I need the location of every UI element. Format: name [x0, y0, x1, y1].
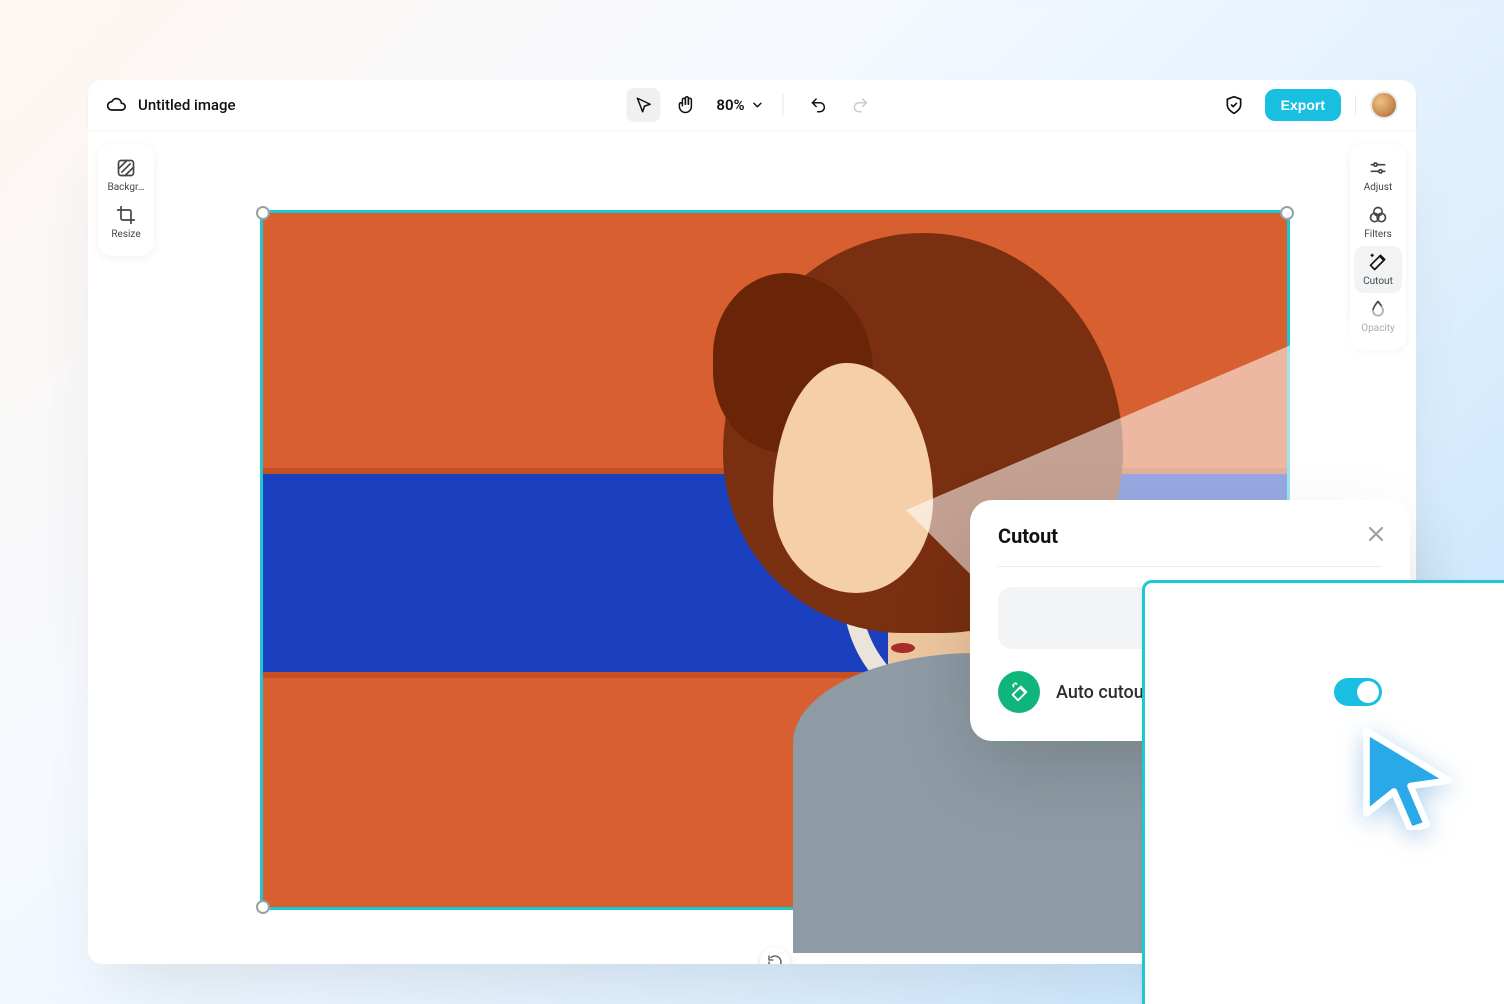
- background-icon: [116, 158, 136, 178]
- right-adjust-tool[interactable]: Adjust: [1350, 152, 1406, 199]
- close-icon: [1364, 522, 1388, 546]
- toolbar-center: 80%: [626, 88, 877, 122]
- toggle-knob: [1357, 681, 1379, 703]
- cutout-panel: Cutout Auto cutout: [970, 500, 1410, 741]
- right-rail: Adjust Filters Cutout Opacity: [1350, 144, 1406, 350]
- shield-check-icon: [1224, 95, 1244, 115]
- avatar[interactable]: [1370, 91, 1398, 119]
- left-resize-tool[interactable]: Resize: [98, 199, 154, 246]
- magic-wand-icon: [1008, 681, 1030, 703]
- toolbar-divider: [783, 94, 784, 116]
- zoom-control[interactable]: 80%: [716, 96, 764, 114]
- shield-button[interactable]: [1217, 88, 1251, 122]
- auto-cutout-toggle[interactable]: [1334, 678, 1382, 706]
- export-button[interactable]: Export: [1265, 89, 1341, 121]
- rotate-icon: [767, 954, 783, 964]
- toolbar-right: Export: [1217, 88, 1398, 122]
- cloud-icon: [106, 95, 126, 115]
- magic-wand-icon: [1368, 252, 1388, 272]
- right-opacity-label: Opacity: [1361, 323, 1395, 334]
- right-adjust-label: Adjust: [1364, 182, 1393, 193]
- auto-cutout-label: Auto cutout: [1056, 682, 1150, 703]
- undo-icon: [810, 96, 828, 114]
- right-cutout-tool[interactable]: Cutout: [1354, 246, 1402, 293]
- selection-handle-top-right[interactable]: [1280, 206, 1294, 220]
- left-background-label: Backgr…: [108, 182, 145, 193]
- selection-handle-bottom-left[interactable]: [256, 900, 270, 914]
- filters-icon: [1368, 205, 1388, 225]
- left-resize-label: Resize: [111, 229, 140, 240]
- right-filters-label: Filters: [1364, 229, 1392, 240]
- select-tool[interactable]: [626, 88, 660, 122]
- zoom-level: 80%: [716, 96, 744, 114]
- cutout-mode-segmented: [998, 587, 1382, 649]
- top-bar: Untitled image 80% Export: [88, 80, 1416, 130]
- redo-icon: [852, 96, 870, 114]
- droplet-icon: [1368, 299, 1388, 319]
- redo-button[interactable]: [844, 88, 878, 122]
- hand-tool[interactable]: [668, 88, 702, 122]
- undo-button[interactable]: [802, 88, 836, 122]
- demo-cursor-icon: [1350, 720, 1460, 830]
- document-title[interactable]: Untitled image: [138, 96, 236, 114]
- rotate-handle[interactable]: [760, 947, 790, 964]
- cursor-icon: [634, 96, 652, 114]
- cutout-panel-title: Cutout: [998, 524, 1382, 548]
- left-background-tool[interactable]: Backgr…: [98, 152, 154, 199]
- selection-handle-top-left[interactable]: [256, 206, 270, 220]
- hand-icon: [676, 96, 694, 114]
- auto-cutout-badge: [998, 671, 1040, 713]
- toolbar-divider: [1355, 95, 1356, 115]
- sliders-icon: [1368, 158, 1388, 178]
- right-cutout-label: Cutout: [1363, 276, 1393, 287]
- crop-icon: [116, 205, 136, 225]
- chevron-down-icon: [751, 98, 765, 112]
- close-button[interactable]: [1364, 522, 1388, 546]
- panel-divider: [998, 566, 1382, 567]
- right-filters-tool[interactable]: Filters: [1350, 199, 1406, 246]
- right-opacity-tool[interactable]: Opacity: [1350, 293, 1406, 340]
- left-rail: Backgr… Resize: [98, 144, 154, 256]
